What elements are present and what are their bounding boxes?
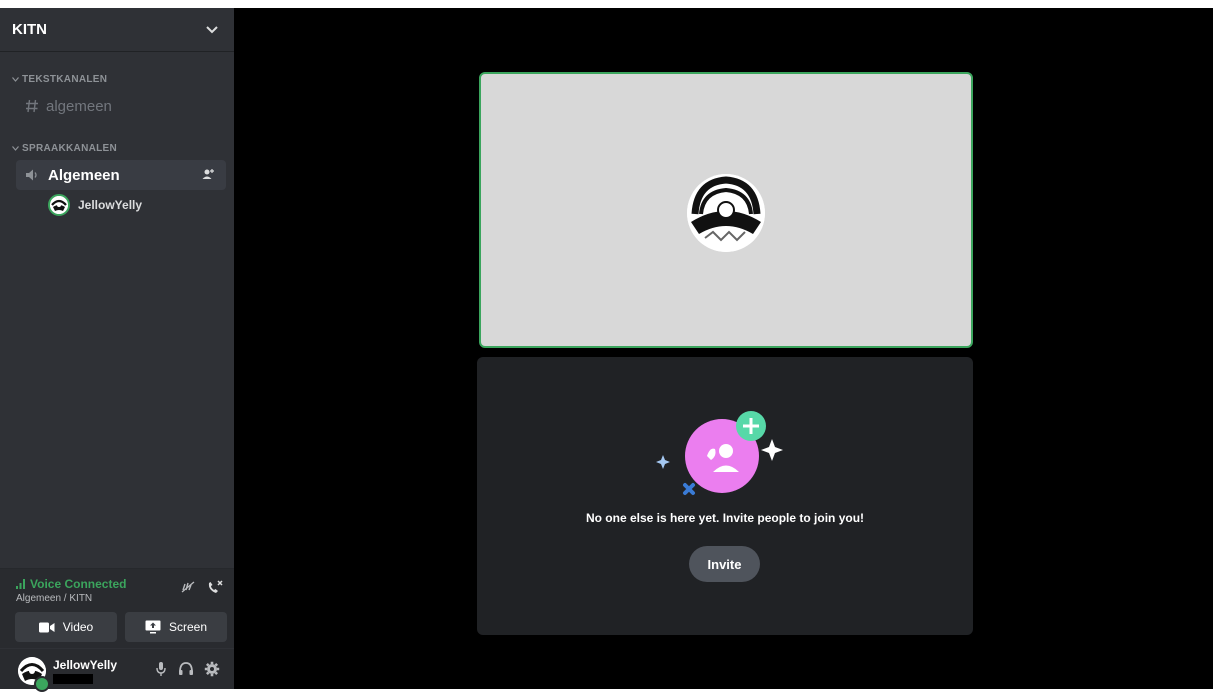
- channel-algemeen-voice[interactable]: Algemeen: [16, 160, 226, 190]
- microphone-icon[interactable]: [154, 661, 168, 677]
- screen-share-icon: [145, 620, 161, 634]
- category-chevron-icon: [12, 77, 19, 82]
- category-label: TEKSTKANALEN: [22, 74, 108, 85]
- participant-tile-jellowyelly[interactable]: [479, 72, 973, 348]
- empty-invite-tile: No one else is here yet. Invite people t…: [477, 357, 973, 635]
- empty-state-message: No one else is here yet. Invite people t…: [585, 511, 865, 525]
- voice-status-label: Voice Connected: [30, 577, 127, 591]
- server-header[interactable]: KITN: [0, 8, 234, 52]
- hash-icon: [24, 98, 40, 114]
- voice-location[interactable]: Algemeen / KITN: [16, 593, 92, 604]
- avatar: [48, 194, 70, 216]
- discord-app: KITN TEKSTKANALEN algemeen SPRAAKKANALEN…: [0, 8, 1213, 692]
- participant-avatar: [687, 174, 765, 252]
- screen-share-button[interactable]: Screen: [125, 612, 227, 642]
- channel-sidebar: KITN TEKSTKANALEN algemeen SPRAAKKANALEN…: [0, 8, 234, 692]
- voice-connected-status[interactable]: Voice Connected: [16, 577, 126, 591]
- category-voice-channels[interactable]: SPRAAKKANALEN: [12, 143, 117, 154]
- screen-label: Screen: [168, 620, 208, 634]
- category-chevron-icon: [12, 146, 19, 151]
- add-user-icon[interactable]: [202, 168, 216, 180]
- voice-user-jellowyelly[interactable]: JellowYelly: [48, 194, 142, 216]
- invite-illustration: [655, 409, 795, 499]
- online-status-dot: [34, 676, 50, 692]
- category-text-channels[interactable]: TEKSTKANALEN: [12, 74, 107, 85]
- invite-button[interactable]: Invite: [689, 546, 760, 582]
- disconnect-icon[interactable]: [206, 579, 224, 595]
- channel-algemeen-text[interactable]: algemeen: [16, 91, 226, 121]
- voice-stage: No one else is here yet. Invite people t…: [234, 8, 1213, 689]
- user-panel: JellowYelly: [0, 649, 234, 692]
- category-label: SPRAAKKANALEN: [22, 143, 118, 154]
- speaker-icon: [24, 167, 40, 183]
- voice-connection-panel: Voice Connected Algemeen / KITN Video Sc…: [0, 568, 234, 648]
- video-button[interactable]: Video: [15, 612, 117, 642]
- camera-icon: [38, 622, 55, 633]
- channel-label: algemeen: [46, 97, 112, 115]
- noise-suppression-icon[interactable]: [180, 579, 196, 595]
- username[interactable]: JellowYelly: [53, 658, 117, 672]
- server-name: KITN: [12, 21, 47, 38]
- headphones-icon[interactable]: [178, 661, 194, 677]
- voice-user-name: JellowYelly: [78, 198, 143, 212]
- signal-bars-icon: [16, 579, 26, 589]
- chevron-down-icon: [206, 21, 218, 39]
- video-label: Video: [62, 620, 94, 634]
- channel-label: Algemeen: [48, 166, 120, 184]
- redacted-user-tag: [53, 674, 93, 684]
- gear-icon[interactable]: [204, 661, 220, 677]
